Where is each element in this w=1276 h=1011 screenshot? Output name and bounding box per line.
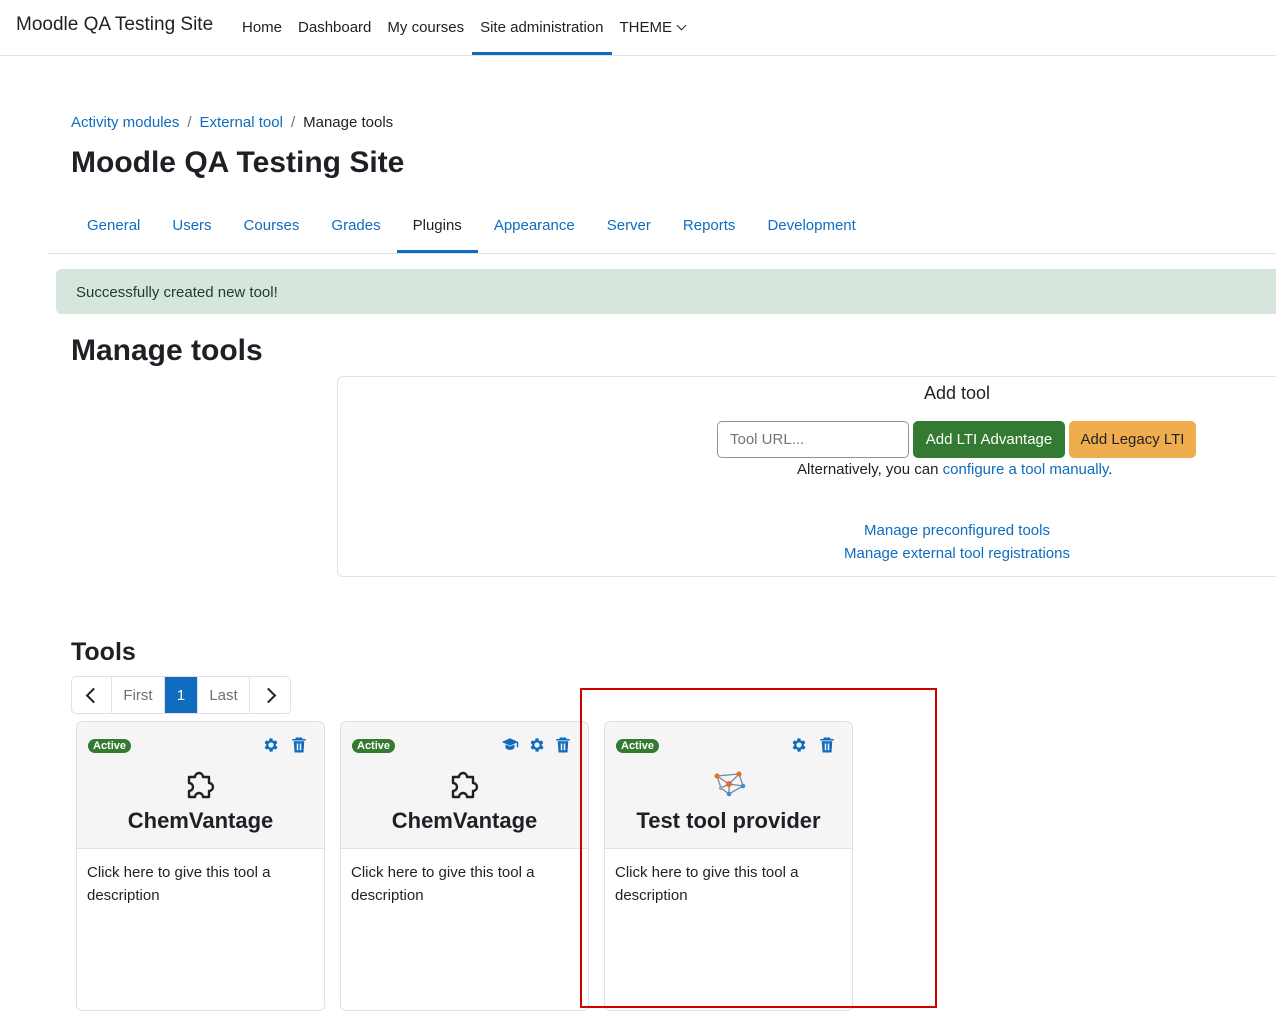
tab-development[interactable]: Development [751,198,871,253]
success-alert: Successfully created new tool! [56,269,1276,314]
tool-name[interactable]: ChemVantage [77,808,324,834]
highlight-box [580,688,937,1008]
pagination-page-1[interactable]: 1 [165,677,198,713]
configure-manually-link[interactable]: configure a tool manually [943,461,1109,478]
tool-card: Active ChemVantage Click here to give th… [76,721,325,1011]
tool-description[interactable]: Click here to give this tool a descripti… [341,849,588,919]
page-title: Moodle QA Testing Site [71,146,405,179]
trash-icon[interactable] [290,736,308,754]
chevron-right-icon [260,687,276,703]
tab-general[interactable]: General [71,198,156,253]
tab-server[interactable]: Server [591,198,667,253]
top-navbar: Moodle QA Testing Site Home Dashboard My… [0,0,1276,56]
puzzle-icon [451,771,478,799]
chevron-left-icon [85,687,102,703]
tab-courses[interactable]: Courses [228,198,316,253]
alternative-text: Alternatively, you can configure a tool … [797,461,1112,478]
alternative-suffix: . [1108,461,1113,478]
pagination-previous[interactable] [72,677,112,713]
tab-appearance[interactable]: Appearance [478,198,591,253]
breadcrumb-external-tool[interactable]: External tool [200,114,283,131]
status-badge: Active [352,739,396,753]
alternative-prefix: Alternatively, you can [797,461,943,478]
pagination-first[interactable]: First [112,677,165,713]
add-legacy-lti-button[interactable]: Add Legacy LTI [1069,421,1196,458]
nav-my-courses[interactable]: My courses [379,0,472,55]
manage-registrations-link[interactable]: Manage external tool registrations [844,545,1070,562]
pagination-last[interactable]: Last [198,677,250,713]
add-lti-advantage-button[interactable]: Add LTI Advantage [913,421,1065,458]
nav-theme-dropdown[interactable]: THEME [612,0,694,55]
tool-url-input[interactable] [717,421,909,458]
manage-links: Manage preconfigured tools Manage extern… [338,519,1276,565]
tab-users[interactable]: Users [156,198,227,253]
nav-site-administration[interactable]: Site administration [472,0,612,55]
chevron-down-icon [676,20,687,30]
pagination-next[interactable] [250,677,290,713]
breadcrumb-activity-modules[interactable]: Activity modules [71,114,179,131]
puzzle-icon [187,771,214,799]
status-badge: Active [88,739,132,753]
site-brand[interactable]: Moodle QA Testing Site [16,14,213,36]
pagination: First 1 Last [71,676,291,714]
breadcrumb-separator: / [290,114,296,131]
tool-name[interactable]: ChemVantage [341,808,588,834]
nav-theme-label: THEME [619,19,673,36]
breadcrumb-manage-tools: Manage tools [303,114,394,131]
manage-preconfigured-tools-link[interactable]: Manage preconfigured tools [864,522,1050,539]
nav-home[interactable]: Home [234,0,290,55]
trash-icon[interactable] [554,736,572,754]
add-tool-title: Add tool [923,383,991,403]
tab-grades[interactable]: Grades [315,198,396,253]
tab-reports[interactable]: Reports [667,198,752,253]
tab-plugins[interactable]: Plugins [396,198,478,253]
primary-navigation: Home Dashboard My courses Site administr… [234,0,693,55]
gear-icon[interactable] [528,736,546,754]
breadcrumb-separator: / [187,114,192,131]
tools-heading: Tools [71,638,136,666]
tool-description[interactable]: Click here to give this tool a descripti… [77,849,324,919]
nav-dashboard[interactable]: Dashboard [290,0,379,55]
add-tool-panel: Add tool Add LTI Advantage Add Legacy LT… [337,376,1276,577]
breadcrumb: Activity modules / External tool / Manag… [71,114,393,131]
graduation-cap-icon[interactable] [500,736,520,754]
tool-card: Active ChemVantage Click here to give th… [340,721,589,1011]
manage-tools-heading: Manage tools [71,334,263,367]
secondary-navigation: General Users Courses Grades Plugins App… [48,198,1276,254]
gear-icon[interactable] [262,736,280,754]
